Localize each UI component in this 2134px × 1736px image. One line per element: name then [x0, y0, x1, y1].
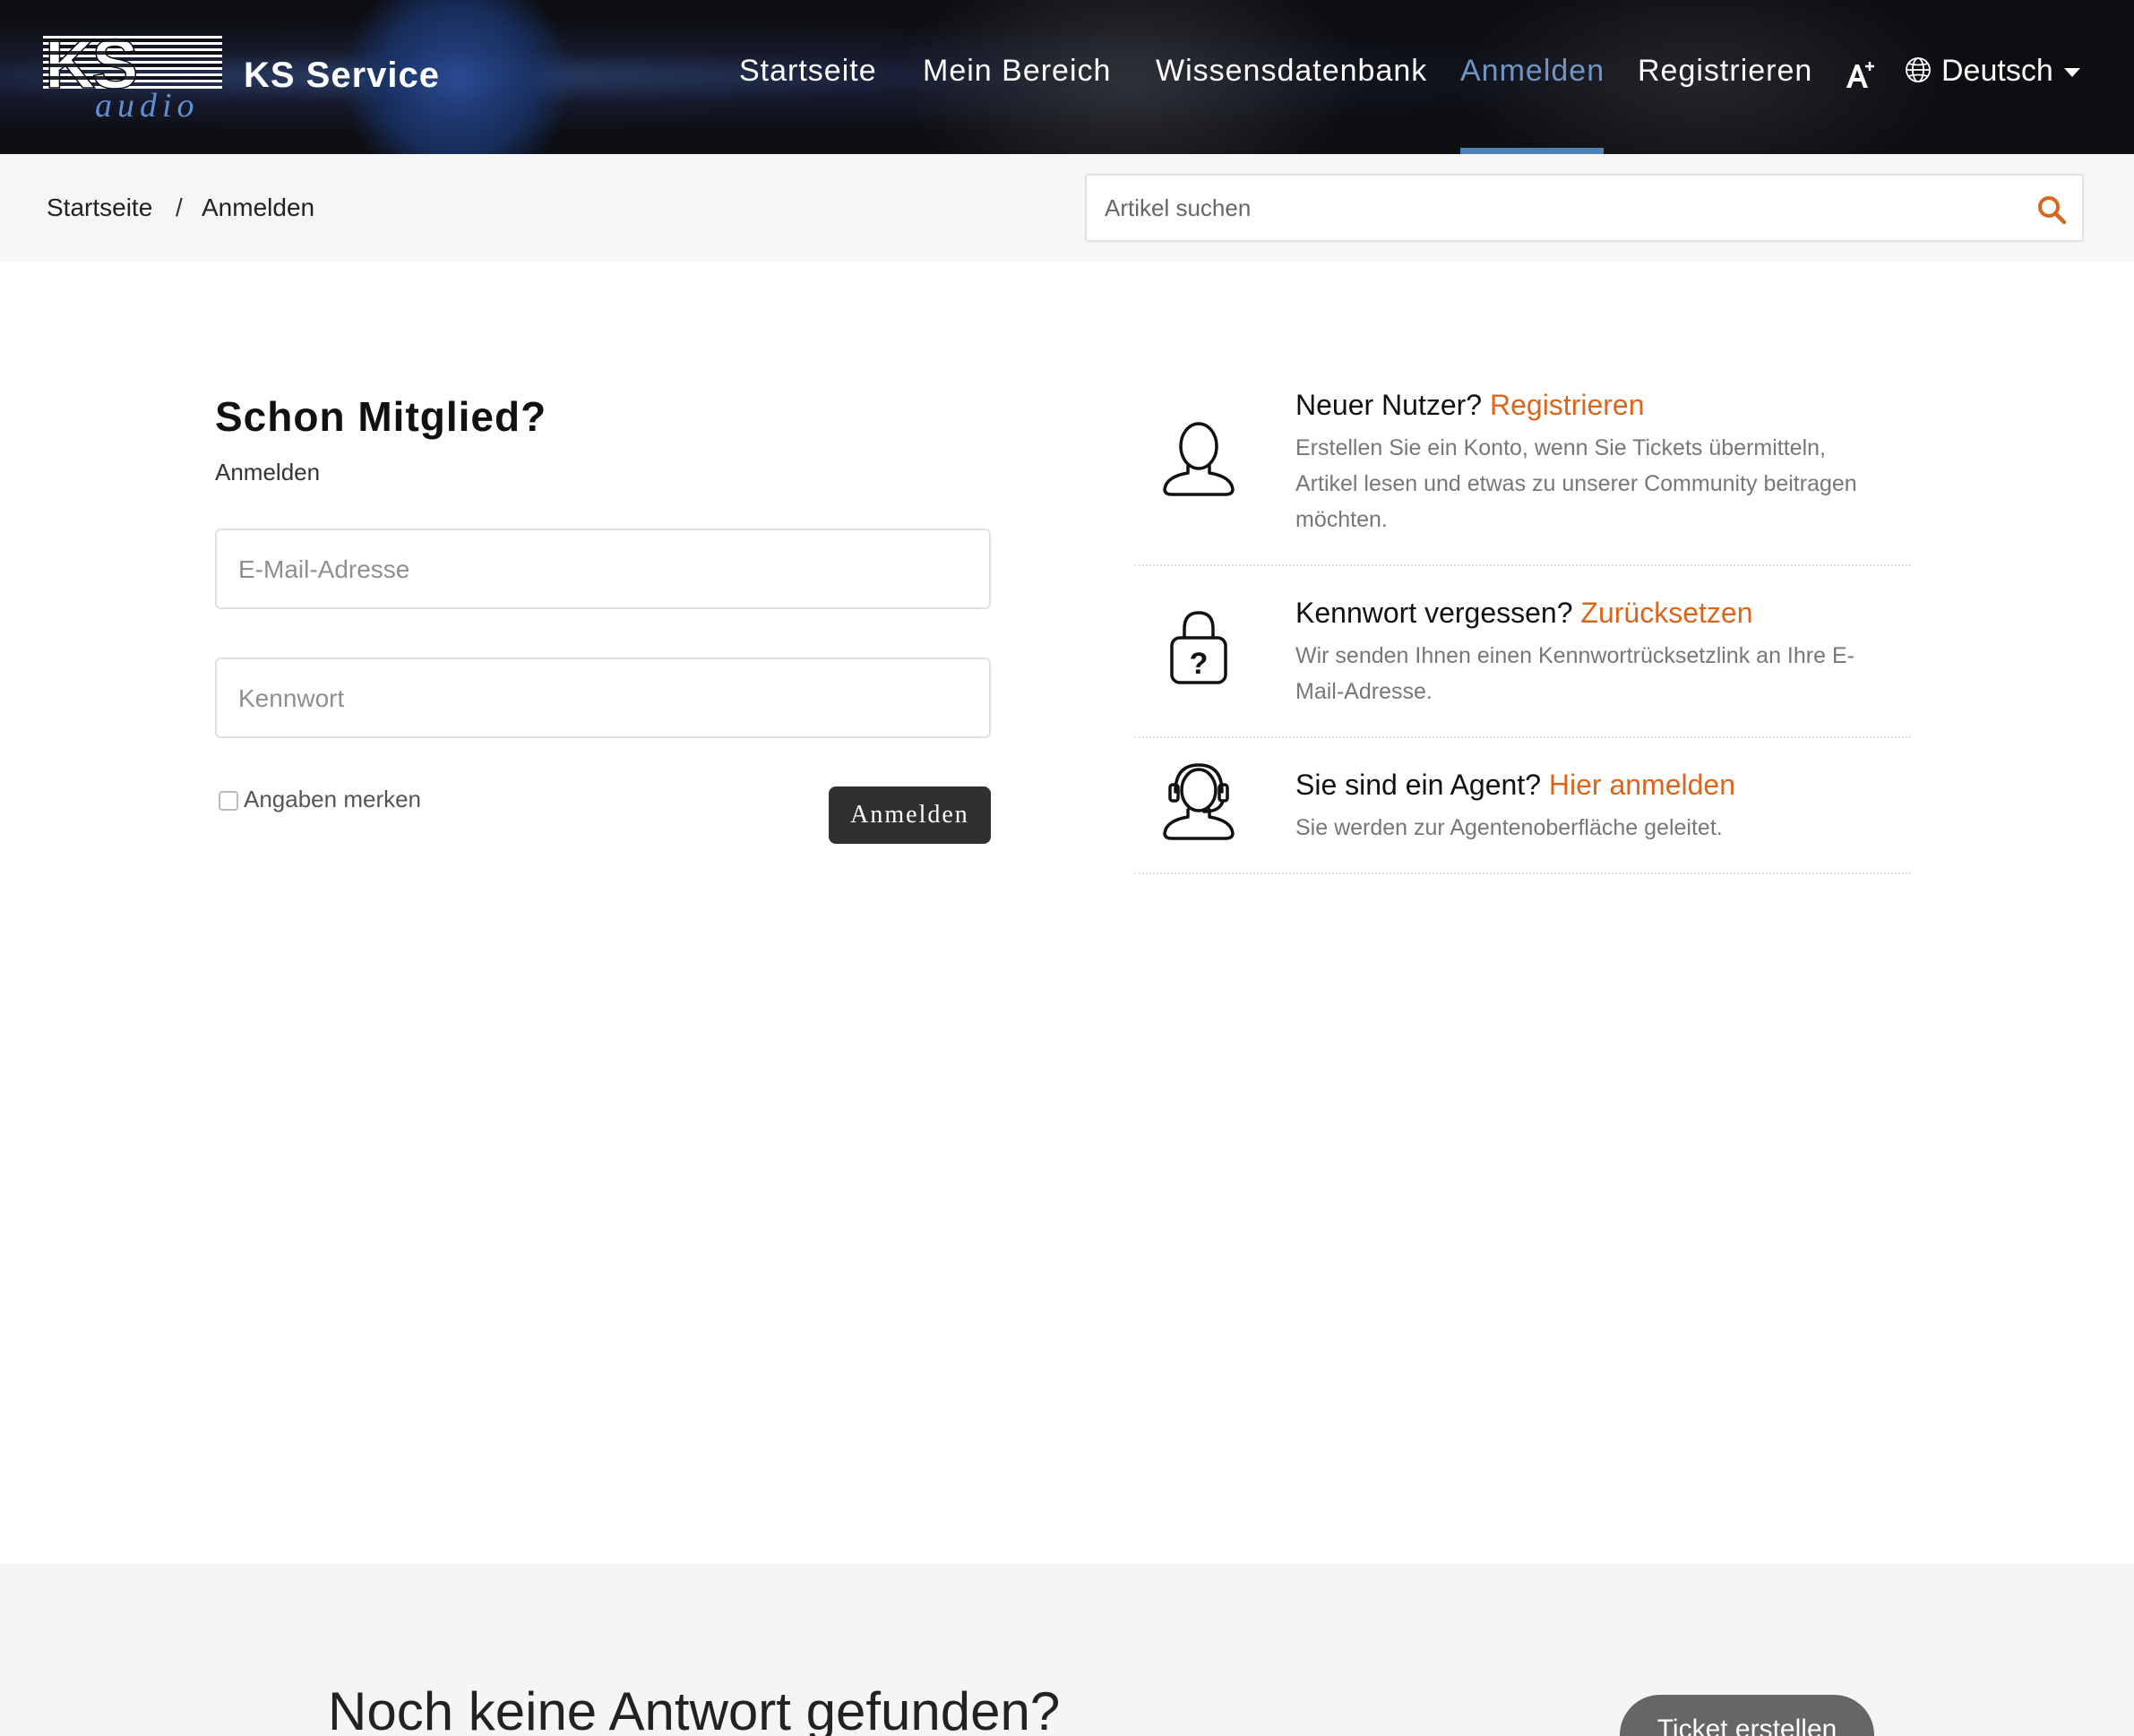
- footer-title: Noch keine Antwort gefunden?: [328, 1681, 1061, 1736]
- info-description: Wir senden Ihnen einen Kennwortrücksetzl…: [1295, 643, 1854, 704]
- user-icon: [1163, 422, 1235, 496]
- font-size-icon[interactable]: [1844, 59, 1876, 91]
- login-title: Schon Mitglied?: [215, 393, 547, 440]
- email-field: [215, 529, 991, 609]
- info-question: Kennwort vergessen?: [1295, 597, 1573, 629]
- breadcrumb-current: Anmelden: [202, 193, 315, 221]
- info-question: Sie sind ein Agent?: [1295, 769, 1541, 801]
- nav-startseite[interactable]: Startseite: [739, 54, 877, 89]
- login-subtitle: Anmelden: [215, 459, 321, 486]
- active-nav-indicator: [1460, 148, 1604, 154]
- remember-label: Angaben merken: [244, 786, 422, 812]
- brand-name[interactable]: KS Service: [244, 56, 440, 96]
- remember-checkbox[interactable]: [219, 791, 238, 811]
- site-header: KS audio KS Service Startseite Mein Bere…: [0, 0, 2134, 154]
- info-item-register: Neuer Nutzer? Registrieren Erstellen Sie…: [1134, 385, 1911, 566]
- ks-audio-logo[interactable]: KS audio: [43, 34, 222, 120]
- info-item-reset-password: ? Kennwort vergessen? Zurücksetzen Wir s…: [1134, 566, 1911, 738]
- language-selector[interactable]: Deutsch: [1904, 54, 2080, 89]
- register-link[interactable]: Registrieren: [1490, 389, 1645, 421]
- password-input[interactable]: [238, 679, 955, 718]
- svg-text:audio: audio: [95, 87, 200, 120]
- info-description: Erstellen Sie ein Konto, wenn Sie Ticket…: [1295, 435, 1857, 532]
- chevron-down-icon: [2063, 68, 2080, 77]
- info-title-reset: Kennwort vergessen? Zurücksetzen: [1295, 597, 1752, 630]
- breadcrumb-startseite[interactable]: Startseite: [47, 193, 152, 222]
- svg-text:?: ?: [1190, 647, 1209, 681]
- info-title-register: Neuer Nutzer? Registrieren: [1295, 389, 1645, 422]
- search-icon[interactable]: [2035, 193, 2068, 226]
- login-submit-button[interactable]: Anmelden: [829, 786, 991, 844]
- info-question: Neuer Nutzer?: [1295, 389, 1483, 421]
- headset-agent-icon: [1163, 763, 1235, 840]
- nav-anmelden[interactable]: Anmelden: [1460, 54, 1605, 89]
- info-title-agent: Sie sind ein Agent? Hier anmelden: [1295, 769, 1735, 802]
- reset-password-link[interactable]: Zurücksetzen: [1580, 597, 1752, 629]
- email-input[interactable]: [238, 550, 955, 589]
- password-field: [215, 657, 991, 738]
- breadcrumb-separator: /: [176, 193, 183, 221]
- lock-question-icon: ?: [1170, 611, 1227, 684]
- nav-mein-bereich[interactable]: Mein Bereich: [923, 54, 1111, 89]
- create-ticket-button[interactable]: Ticket erstellen: [1620, 1695, 1874, 1736]
- globe-icon: [1906, 57, 1931, 82]
- remember-me[interactable]: Angaben merken: [219, 786, 421, 813]
- article-search: [1085, 174, 2084, 242]
- search-input[interactable]: [1105, 188, 2001, 228]
- agent-login-link[interactable]: Hier anmelden: [1549, 769, 1735, 801]
- breadcrumb-bar: Startseite / Anmelden: [0, 154, 2134, 262]
- info-item-agent: Sie sind ein Agent? Hier anmelden Sie we…: [1134, 738, 1911, 874]
- footer-cta: Noch keine Antwort gefunden? Ticket erst…: [0, 1564, 2134, 1736]
- info-description: Sie werden zur Agentenoberfläche geleite…: [1295, 815, 1723, 840]
- nav-wissensdatenbank[interactable]: Wissensdatenbank: [1156, 54, 1427, 89]
- nav-registrieren[interactable]: Registrieren: [1638, 54, 1812, 89]
- language-label: Deutsch: [1941, 54, 2053, 88]
